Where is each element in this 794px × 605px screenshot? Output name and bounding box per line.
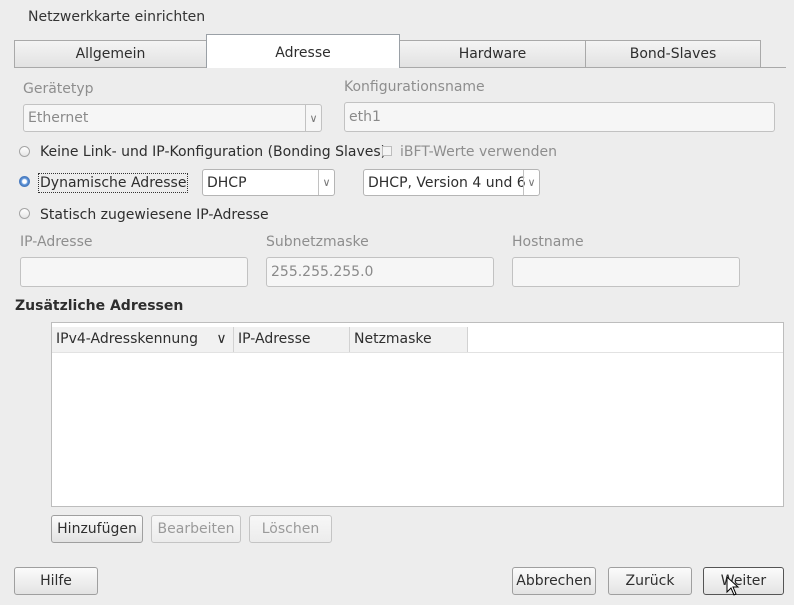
static-label[interactable]: Statisch zugewiesene IP-Adresse [40,207,269,223]
device-type-label: Gerätetyp [23,81,94,97]
extra-addresses-table[interactable]: IPv4-Adresskennung ∨ IP-Adresse Netzmask… [51,322,784,507]
edit-button[interactable]: Bearbeiten [151,515,241,543]
dynamic-version-value: DHCP, Version 4 und 6 [368,175,526,191]
dynamic-version-combo[interactable]: DHCP, Version 4 und 6 ∨ [363,169,540,196]
column-header-ip-address[interactable]: IP-Adresse [234,327,350,352]
ip-address-field[interactable] [20,257,248,287]
mouse-pointer-icon [726,576,740,596]
cancel-button[interactable]: Abbrechen [512,567,596,595]
radio-static[interactable] [19,208,30,219]
config-name-field[interactable]: eth1 [344,102,775,132]
device-type-value: Ethernet [28,110,89,126]
help-button[interactable]: Hilfe [14,567,98,595]
hostname-label: Hostname [512,234,584,250]
add-button[interactable]: Hinzufügen [51,515,143,543]
device-type-combo[interactable]: Ethernet ∨ [23,104,322,132]
tab-allgemein[interactable]: Allgemein [14,40,207,67]
table-header-divider [52,352,783,353]
tab-divider [14,67,786,68]
dynamic-mode-value: DHCP [207,175,247,191]
ip-address-label: IP-Adresse [20,234,93,250]
no-config-label[interactable]: Keine Link- und IP-Konfiguration (Bondin… [40,144,386,160]
column-header-label: Netzmaske [354,331,432,347]
chevron-down-icon: ∨ [305,105,321,131]
config-name-label: Konfigurationsname [344,79,485,95]
subnet-field[interactable]: 255.255.255.0 [266,257,494,287]
chevron-down-icon: ∨ [523,170,539,195]
column-header-label: IPv4-Adresskennung [56,331,198,347]
column-header-label: IP-Adresse [238,331,311,347]
radio-no-config[interactable] [19,146,30,157]
delete-button[interactable]: Löschen [249,515,332,543]
tab-bond-slaves[interactable]: Bond-Slaves [585,40,761,67]
subnet-value: 255.255.255.0 [271,264,374,280]
window-title: Netzwerkkarte einrichten [28,9,206,25]
next-button[interactable]: Weiter [703,567,784,595]
ibft-checkbox[interactable] [382,146,392,156]
tab-hardware[interactable]: Hardware [399,40,586,67]
tab-adresse[interactable]: Adresse [206,34,400,68]
column-header-netmask[interactable]: Netzmaske [350,327,468,352]
hostname-field[interactable] [512,257,740,287]
dynamic-mode-combo[interactable]: DHCP ∨ [202,169,335,196]
column-header-ipv4-id[interactable]: IPv4-Adresskennung [52,327,234,352]
extra-addresses-heading: Zusätzliche Adressen [15,298,184,314]
back-button[interactable]: Zurück [608,567,692,595]
config-name-value: eth1 [349,109,381,125]
sort-chevron-down-icon[interactable]: ∨ [210,327,234,352]
radio-dynamic[interactable] [19,176,30,187]
subnet-label: Subnetzmaske [266,234,369,250]
chevron-down-icon: ∨ [318,170,334,195]
dynamic-label[interactable]: Dynamische Adresse [37,173,189,193]
ibft-label[interactable]: iBFT-Werte verwenden [400,144,557,160]
